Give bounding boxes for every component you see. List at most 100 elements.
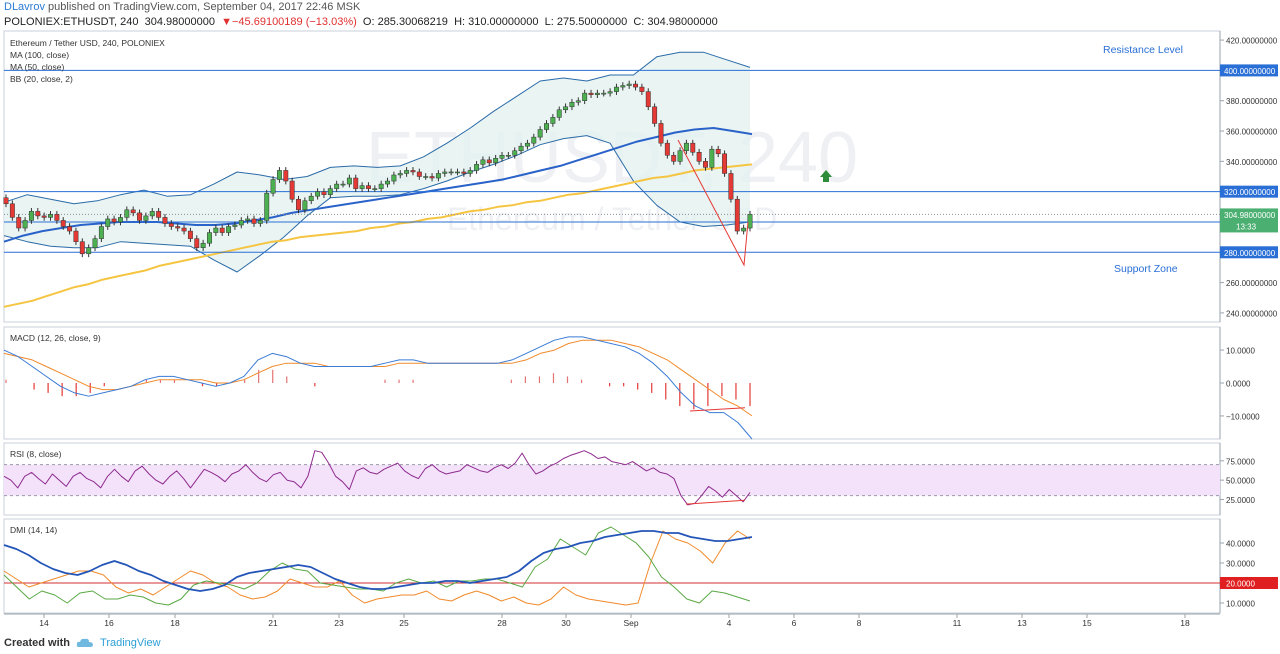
candle-body: [353, 177, 359, 189]
candle-body: [633, 83, 638, 88]
candle-body: [366, 185, 371, 189]
candle-body: [289, 180, 295, 200]
candle-body: [257, 220, 263, 224]
candle-body: [334, 183, 340, 189]
x-tick-label: 16: [104, 618, 114, 628]
candle-body: [671, 155, 677, 162]
tradingview-cloud-icon: [76, 638, 94, 647]
candle-body: [372, 188, 378, 190]
dmi-y-tick-label: 10.0000: [1226, 600, 1255, 609]
candle-body: [690, 142, 696, 153]
candle-body: [200, 242, 206, 248]
level-price-tag-label: 280.00000000: [1224, 249, 1276, 258]
candle-body: [480, 159, 486, 165]
chart-canvas[interactable]: ETHUSDT, 240Ethereum / Tether USDResista…: [0, 0, 1280, 654]
candle-body: [315, 191, 321, 197]
x-tick-label: 30: [561, 618, 571, 628]
resistance-label: Resistance Level: [1103, 44, 1183, 56]
candle-body: [696, 152, 702, 162]
candle-body: [156, 211, 162, 218]
candle-body: [92, 238, 98, 248]
indicator-legend-item: BB (20, close, 2): [10, 74, 73, 84]
candle-body: [461, 171, 467, 174]
candle-body: [703, 161, 708, 168]
candle-body: [98, 226, 104, 239]
rsi-band: [4, 464, 1220, 496]
x-tick-label: 18: [170, 618, 180, 628]
candle-body: [448, 171, 454, 174]
price-panel-title: Ethereum / Tether USD, 240, POLONIEX: [10, 38, 165, 48]
candle-body: [137, 212, 142, 221]
candle-body: [149, 211, 155, 217]
candle-body: [308, 195, 314, 201]
candle-body: [162, 217, 168, 224]
tradingview-brand[interactable]: TradingView: [100, 634, 161, 652]
candle-body: [302, 200, 308, 211]
x-tick-label: 6: [792, 618, 797, 628]
candle-body: [614, 86, 619, 92]
candle-body: [124, 209, 130, 218]
candle-body: [22, 220, 28, 229]
candle-body: [251, 218, 257, 224]
price-y-tick-label: 360.00000000: [1226, 128, 1278, 137]
candle-body: [423, 176, 429, 178]
candle-body: [226, 226, 232, 233]
candle-body: [474, 164, 480, 171]
price-y-tick-label: 380.00000000: [1226, 97, 1278, 106]
price-y-tick-label: 240.00000000: [1226, 309, 1278, 318]
candle-body: [276, 170, 282, 180]
rsi-y-tick-label: 25.0000: [1226, 496, 1255, 505]
x-tick-label: 28: [497, 618, 507, 628]
x-tick-label: 4: [727, 618, 732, 628]
rsi-y-tick-label: 50.0000: [1226, 477, 1255, 486]
candle-body: [86, 247, 92, 255]
candle-body: [722, 153, 728, 174]
candle-body: [715, 148, 721, 155]
candle-body: [645, 91, 651, 108]
candle-body: [582, 92, 588, 101]
candle-body: [187, 230, 193, 239]
candle-body: [175, 226, 181, 229]
candle-body: [67, 226, 73, 232]
level-price-tag-label: 320.00000000: [1224, 188, 1276, 197]
candle-body: [493, 158, 499, 164]
candle-body: [219, 227, 225, 233]
candle-body: [35, 211, 41, 217]
candle-body: [741, 227, 747, 232]
last-price-timer: 13:33: [1236, 222, 1257, 231]
candle-body: [531, 136, 537, 144]
candle-body: [709, 148, 715, 168]
price-y-tick-label: 260.00000000: [1226, 279, 1278, 288]
dmi-ref-tag-label: 20.0000: [1226, 580, 1255, 589]
level-price-tag-label: 400.00000000: [1224, 67, 1276, 76]
candle-body: [639, 86, 645, 92]
x-tick-label: Sep: [623, 618, 638, 628]
candle-body: [391, 174, 397, 182]
support-label: Support Zone: [1114, 263, 1178, 275]
chart-root: DLavrov published on TradingView.com, Se…: [0, 0, 1280, 654]
candle-body: [207, 232, 212, 244]
macd-y-tick-label: 10.0000: [1226, 347, 1255, 356]
dmi-panel-title: DMI (14, 14): [10, 525, 57, 535]
x-tick-label: 18: [1180, 618, 1190, 628]
candle-body: [734, 198, 740, 232]
candle-body: [652, 106, 658, 124]
created-with-label: Created with: [4, 637, 71, 649]
candle-body: [677, 150, 683, 162]
candle-body: [54, 214, 60, 221]
candle-body: [518, 145, 524, 151]
x-tick-label: 21: [268, 618, 278, 628]
candle-body: [435, 173, 441, 179]
candle-body: [486, 159, 492, 164]
x-tick-label: 14: [39, 618, 49, 628]
candle-body: [3, 197, 9, 205]
candle-body: [118, 217, 123, 223]
candle-body: [60, 220, 66, 227]
candle-body: [626, 83, 632, 86]
candle-body: [79, 241, 85, 255]
candle-body: [245, 218, 251, 221]
candle-body: [550, 117, 556, 124]
rsi-panel-title: RSI (8, close): [10, 449, 62, 459]
footer: Created with TradingView: [4, 634, 161, 652]
candle-body: [321, 191, 327, 195]
